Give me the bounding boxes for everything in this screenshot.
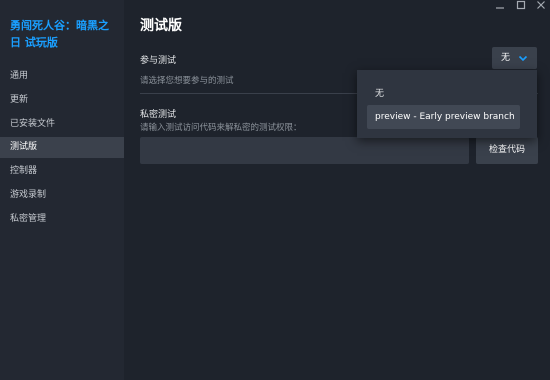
beta-dropdown-menu: 无 preview - Early preview branch — [357, 70, 537, 138]
page-title: 测试版 — [140, 18, 182, 34]
sidebar-item-betas[interactable]: 测试版 — [0, 137, 124, 158]
sidebar-item-controller[interactable]: 控制器 — [0, 161, 124, 182]
dropdown-option-preview[interactable]: preview - Early preview branch — [367, 105, 520, 129]
private-beta-label: 私密测试 — [140, 110, 177, 120]
close-icon — [537, 1, 545, 9]
minimize-button[interactable] — [490, 0, 510, 12]
minimize-icon — [496, 7, 504, 9]
close-button[interactable] — [531, 0, 550, 12]
sidebar-item-updates[interactable]: 更新 — [0, 90, 124, 111]
beta-select[interactable]: 无 — [492, 47, 537, 69]
beta-code-input[interactable] — [140, 137, 469, 164]
private-beta-description: 请输入测试访问代码来解私密的测试权限： — [140, 123, 302, 133]
chevron-down-icon — [518, 55, 528, 62]
sidebar-item-game-recording[interactable]: 游戏录制 — [0, 185, 124, 206]
sidebar-item-installed-files[interactable]: 已安装文件 — [0, 114, 124, 135]
sidebar-item-privacy[interactable]: 私密管理 — [0, 209, 124, 230]
dropdown-option-none[interactable]: 无 — [375, 86, 384, 99]
maximize-icon — [516, 0, 526, 10]
game-title: 勇闯死人谷：暗黑之日 试玩版 — [10, 19, 109, 49]
main-panel — [124, 0, 550, 380]
maximize-button[interactable] — [511, 0, 531, 12]
sidebar-item-general[interactable]: 通用 — [0, 66, 124, 87]
check-code-button[interactable]: 检查代码 — [476, 137, 538, 164]
participate-description: 请选择您想要参与的测试 — [140, 76, 234, 86]
participate-label: 参与测试 — [140, 56, 177, 66]
sidebar: 勇闯死人谷：暗黑之日 试玩版 通用 更新 已安装文件 测试版 控制器 游戏录制 … — [0, 0, 124, 380]
beta-select-value: 无 — [501, 53, 511, 63]
